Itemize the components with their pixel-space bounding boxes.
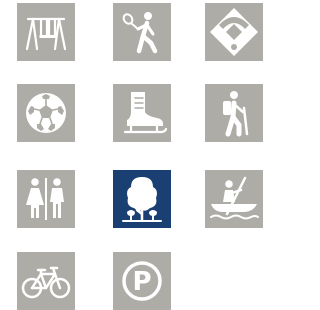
amenity-tile-canoeing[interactable] [205,170,263,228]
amenity-tile-baseball[interactable] [205,3,263,61]
amenity-tile-ice-skating[interactable] [113,84,171,142]
amenity-tile-trees[interactable] [113,170,171,228]
amenity-tile-tennis[interactable] [113,3,171,61]
bicycle-icon [17,252,75,310]
amenity-tile-soccer[interactable] [17,84,75,142]
soccer-ball-icon [17,84,75,142]
baseball-diamond-icon [205,3,263,61]
amenity-tile-biking[interactable] [17,252,75,310]
amenity-tile-restrooms[interactable] [17,170,75,228]
trees-icon [113,170,171,228]
ice-skate-icon [113,84,171,142]
canoe-icon [205,170,263,228]
restrooms-icon [17,170,75,228]
amenity-tile-hiking[interactable] [205,84,263,142]
amenity-tile-parking[interactable]: P [113,252,171,310]
tennis-player-icon [113,3,171,61]
hiker-icon [205,84,263,142]
parking-letter: P [132,267,151,297]
swing-set-icon [17,3,75,61]
amenity-tile-playground[interactable] [17,3,75,61]
parking-icon: P [113,252,171,310]
